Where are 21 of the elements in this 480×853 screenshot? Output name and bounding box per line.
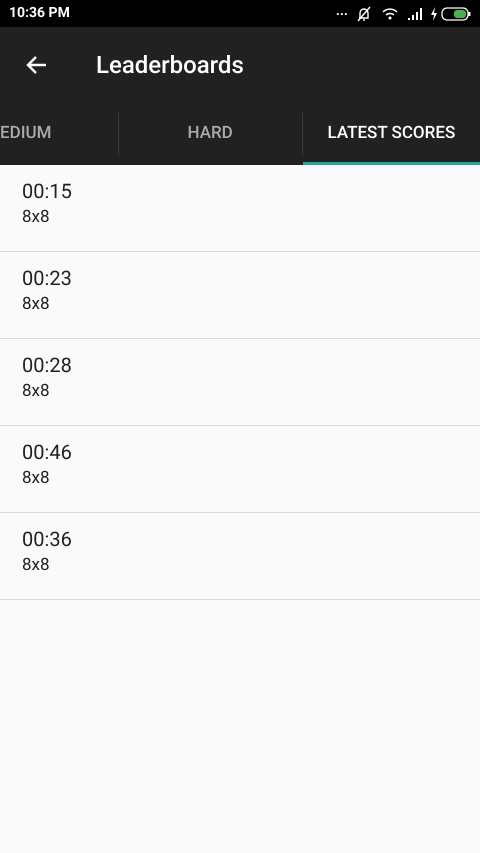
notification-dots: ... [336, 4, 348, 18]
battery-icon [441, 6, 471, 20]
tab[interactable]: HARD [118, 103, 302, 165]
tab[interactable]: LATEST SCORES [302, 103, 480, 165]
board-size: 8x8 [22, 554, 50, 577]
board-size: 8x8 [22, 206, 50, 229]
board-size: 8x8 [22, 293, 50, 316]
muted-bell-icon [356, 6, 372, 22]
status-time: 10:36 PM [9, 4, 70, 23]
board-size: 8x8 [22, 467, 50, 490]
charging-icon [430, 6, 438, 20]
score-time: 00:15 [22, 178, 72, 205]
screen-title: Leaderboards [96, 50, 244, 81]
score-time: 00:23 [22, 265, 72, 292]
board-size: 8x8 [22, 380, 50, 403]
tab[interactable]: EDIUM [0, 103, 118, 165]
wifi-icon [382, 8, 398, 20]
score-time: 00:28 [22, 352, 72, 379]
signal-icon [408, 8, 424, 20]
score-time: 00:36 [22, 526, 72, 553]
score-time: 00:46 [22, 439, 72, 466]
